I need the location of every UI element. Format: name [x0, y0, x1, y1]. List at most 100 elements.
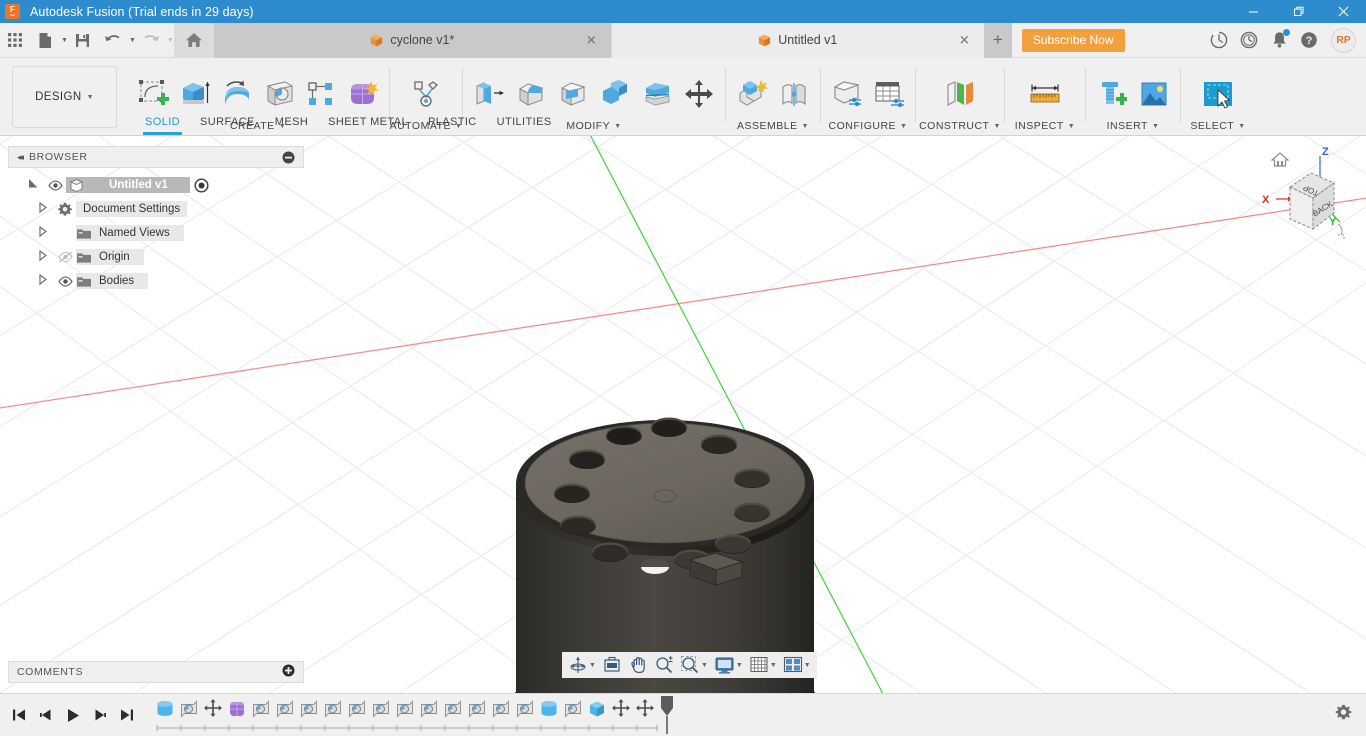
subscribe-button[interactable]: Subscribe Now — [1021, 28, 1125, 52]
new-file-caret-icon[interactable]: ▼ — [61, 37, 68, 44]
browser-header[interactable]: ◂◂ BROWSER — [8, 146, 304, 168]
redo-group[interactable]: ▼ — [136, 25, 174, 55]
shell-icon[interactable] — [553, 74, 593, 114]
notifications-icon[interactable] — [1268, 29, 1290, 51]
measure-icon[interactable] — [1022, 74, 1068, 114]
tab-untitled[interactable]: Untitled v1 ✕ — [610, 22, 984, 58]
panel-assemble-label[interactable]: ASSEMBLE ▼ — [737, 120, 809, 132]
timeline-feature-move[interactable] — [633, 696, 657, 717]
comments-panel[interactable]: COMMENTS — [8, 661, 304, 683]
redo-caret-icon[interactable]: ▼ — [167, 37, 174, 44]
combine-icon[interactable] — [595, 74, 635, 114]
insert-mcmaster-icon[interactable] — [1092, 74, 1132, 114]
timeline-feature-extrude[interactable] — [537, 696, 561, 719]
extrude-icon[interactable] — [175, 74, 215, 114]
visibility-eye-off-icon[interactable] — [54, 251, 76, 263]
zoom-window-icon[interactable]: ▼ — [678, 653, 710, 677]
undo-group[interactable]: ▼ — [98, 25, 136, 55]
visibility-eye-icon[interactable] — [44, 179, 66, 191]
timeline-feature-sketch[interactable] — [441, 696, 465, 719]
fillet-icon[interactable] — [511, 74, 551, 114]
sweep-icon[interactable] — [259, 74, 299, 114]
twisty-icon[interactable] — [38, 201, 54, 216]
tree-item-untitled[interactable]: Untitled v1 — [8, 173, 304, 197]
look-at-icon[interactable] — [600, 653, 624, 677]
tab-untitled-close-icon[interactable]: ✕ — [959, 34, 970, 47]
select-icon[interactable] — [1195, 74, 1241, 114]
orbit-caret-icon[interactable]: ▼ — [589, 662, 596, 669]
tree-item-document-settings[interactable]: Document Settings — [8, 197, 304, 221]
fit-caret-icon[interactable]: ▼ — [701, 662, 708, 669]
jump-end-icon[interactable] — [114, 702, 139, 728]
redo-icon[interactable] — [136, 25, 166, 55]
add-comment-icon[interactable] — [282, 664, 295, 680]
jump-start-icon[interactable] — [6, 702, 31, 728]
panel-select-label[interactable]: SELECT ▼ — [1190, 120, 1245, 132]
panel-create-label[interactable]: CREATE ▼ — [230, 120, 286, 132]
viewports-caret-icon[interactable]: ▼ — [804, 662, 811, 669]
configuration-icon[interactable] — [827, 74, 867, 114]
minimize-button[interactable] — [1231, 0, 1276, 23]
decal-icon[interactable] — [1134, 74, 1174, 114]
timeline-feature-extrude[interactable] — [153, 696, 177, 719]
new-file-icon[interactable] — [30, 25, 60, 55]
timeline-feature-move[interactable] — [201, 696, 225, 717]
revolve-icon[interactable] — [217, 74, 257, 114]
timeline-feature-sketch[interactable] — [297, 696, 321, 719]
undo-icon[interactable] — [98, 25, 128, 55]
pattern-icon[interactable] — [301, 74, 341, 114]
twisty-icon[interactable] — [38, 249, 54, 264]
visibility-eye-icon[interactable] — [54, 275, 76, 287]
timeline-feature-sketch[interactable] — [345, 696, 369, 719]
timeline-feature-sketch[interactable] — [177, 696, 201, 719]
viewports-icon[interactable]: ▼ — [781, 653, 813, 677]
save-icon[interactable] — [68, 25, 98, 55]
panel-modify-label[interactable]: MODIFY ▼ — [566, 120, 621, 132]
play-icon[interactable] — [60, 702, 85, 728]
panel-inspect-label[interactable]: INSPECT ▼ — [1015, 120, 1075, 132]
help-icon[interactable]: ? — [1298, 29, 1320, 51]
joint-icon[interactable] — [774, 74, 814, 114]
maximize-button[interactable] — [1276, 0, 1321, 23]
timeline-feature-sketch[interactable] — [321, 696, 345, 719]
viewport[interactable]: ◂◂ BROWSER Untitled v1 Document Settings… — [0, 136, 1366, 693]
move-copy-icon[interactable] — [679, 74, 719, 114]
zoom-icon[interactable] — [652, 653, 676, 677]
timeline-feature-sketch[interactable] — [513, 696, 537, 719]
close-button[interactable] — [1321, 0, 1366, 23]
press-pull-icon[interactable] — [469, 74, 509, 114]
create-sketch-icon[interactable] — [133, 74, 173, 114]
step-back-icon[interactable] — [33, 702, 58, 728]
tree-item-origin[interactable]: Origin — [8, 245, 304, 269]
browser-minimize-icon[interactable] — [282, 151, 295, 164]
new-tab-button[interactable]: + — [983, 22, 1012, 58]
automate-icon[interactable] — [406, 74, 446, 114]
offset-plane-icon[interactable] — [937, 74, 983, 114]
twisty-icon[interactable] — [38, 273, 54, 288]
panel-configure-label[interactable]: CONFIGURE ▼ — [829, 120, 908, 132]
avatar[interactable]: RP — [1331, 27, 1356, 53]
recent-activity-icon[interactable] — [1238, 29, 1260, 51]
orbit-icon[interactable]: ▼ — [566, 653, 598, 677]
timeline-feature-form[interactable] — [225, 696, 249, 719]
grid-snaps-icon[interactable]: ▼ — [747, 653, 779, 677]
form-icon[interactable] — [343, 74, 383, 114]
view-cube[interactable]: Z X Y TOP BACK — [1248, 142, 1348, 247]
activate-component-radio[interactable] — [194, 178, 209, 193]
design-workspace-dropdown[interactable]: DESIGN ▼ — [12, 66, 117, 128]
grid-snaps-caret-icon[interactable]: ▼ — [770, 662, 777, 669]
tree-item-named-views[interactable]: Named Views — [8, 221, 304, 245]
timeline-feature-sketch[interactable] — [369, 696, 393, 719]
timeline-feature-sketch[interactable] — [273, 696, 297, 719]
tree-item-bodies[interactable]: Bodies — [8, 269, 304, 293]
new-component-icon[interactable] — [732, 74, 772, 114]
configuration-table-icon[interactable] — [869, 74, 909, 114]
home-icon[interactable] — [1270, 152, 1290, 167]
timeline-feature-box[interactable] — [585, 696, 609, 719]
timeline-feature-sketch[interactable] — [393, 696, 417, 719]
panel-construct-label[interactable]: CONSTRUCT ▼ — [919, 120, 1001, 132]
job-status-icon[interactable] — [1208, 29, 1230, 51]
timeline-feature-sketch[interactable] — [561, 696, 585, 719]
new-file-group[interactable]: ▼ — [30, 25, 68, 55]
pan-icon[interactable] — [626, 653, 650, 677]
